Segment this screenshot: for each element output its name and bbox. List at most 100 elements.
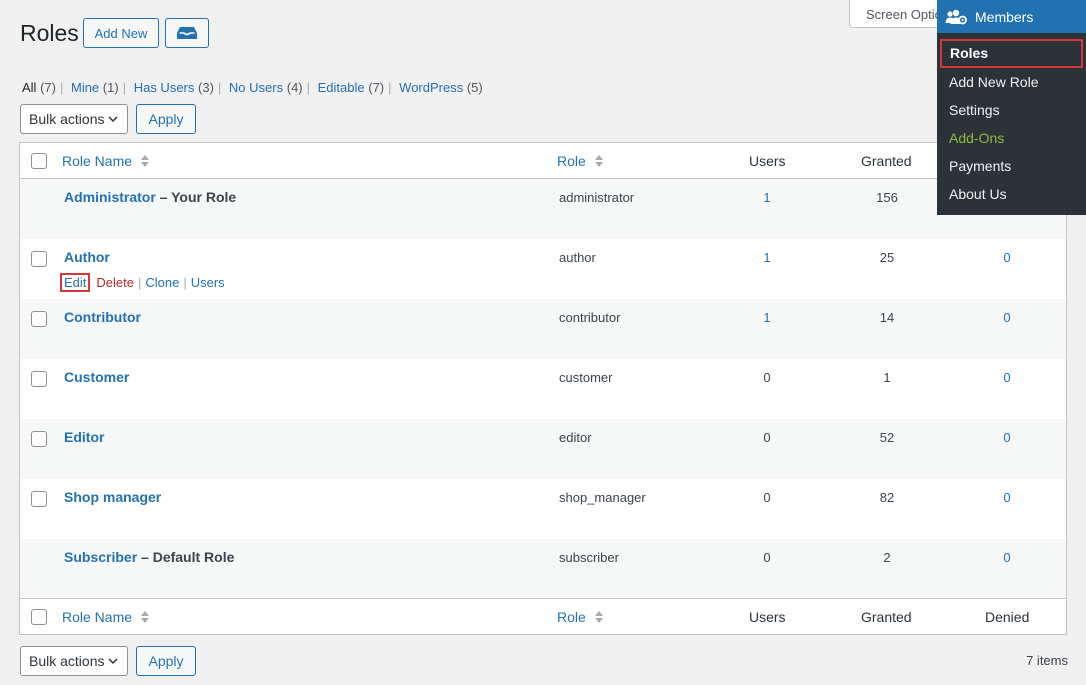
sort-icon [140,155,149,167]
table-body: Administrator – Your Role administrator … [20,179,1066,599]
chevron-down-icon [108,658,118,665]
users-count-link[interactable]: 1 [747,250,787,265]
clone-link[interactable]: Clone [145,275,179,290]
bulk-actions-select[interactable]: Bulk actions [20,104,128,134]
bulk-actions-select-bottom[interactable]: Bulk actions [20,646,128,676]
users-link[interactable]: Users [191,275,225,290]
filter-mine[interactable]: Mine (1) [71,80,119,95]
users-count-link[interactable]: 1 [747,190,787,205]
delete-link[interactable]: Delete [96,275,134,290]
granted-count: 2 [883,550,891,565]
users-count: 0 [763,490,771,505]
role-slug: shop_manager [559,490,646,505]
filter-has-users[interactable]: Has Users (3) [134,80,214,95]
row-checkbox[interactable] [31,431,47,447]
select-all-checkbox[interactable] [31,153,47,169]
role-name-link[interactable]: Contributor [64,309,141,325]
column-role-name[interactable]: Role Name [62,153,150,169]
column-granted-footer: Granted [861,609,912,625]
users-count: 0 [763,550,771,565]
table-row: Shop manager shop_manager 0 82 0 [20,479,1066,539]
table-row: Editor editor 0 52 0 [20,419,1066,479]
granted-count: 25 [879,250,895,265]
granted-count: 156 [876,190,898,205]
bulk-actions-bottom: Bulk actions Apply [20,646,196,676]
members-flyout-menu: Members Roles Add New Role Settings Add-… [937,0,1086,215]
role-name-link[interactable]: Subscriber – Default Role [64,549,234,565]
table-row: Contributor contributor 1 14 0 [20,299,1066,359]
role-slug: customer [559,370,613,385]
column-users: Users [749,153,786,169]
granted-count: 82 [879,490,895,505]
table-row: Administrator – Your Role administrator … [20,179,1066,239]
denied-count-link[interactable]: 0 [987,250,1027,265]
menu-item-payments[interactable]: Payments [937,152,1086,180]
row-checkbox[interactable] [31,251,47,267]
edit-link[interactable]: Edit [60,273,91,292]
role-name-link[interactable]: Customer [64,369,129,385]
users-count: 0 [763,430,771,445]
add-new-button[interactable]: Add New [83,18,159,48]
granted-count: 14 [879,310,895,325]
table-row: Author Edit Delete | Clone | Users autho… [20,239,1066,299]
column-role[interactable]: Role [557,153,604,169]
table-row: Subscriber – Default Role subscriber 0 2… [20,539,1066,599]
users-count-link[interactable]: 1 [747,310,787,325]
role-slug: author [559,250,596,265]
apply-button-bottom[interactable]: Apply [136,646,196,676]
menu-item-about-us[interactable]: About Us [937,180,1086,208]
row-checkbox[interactable] [31,491,47,507]
menu-item-add-new-role[interactable]: Add New Role [937,68,1086,96]
role-name-link[interactable]: Shop manager [64,489,161,505]
column-role-name-footer[interactable]: Role Name [62,609,150,625]
apply-button[interactable]: Apply [136,104,196,134]
members-icon [945,9,967,24]
role-name-link[interactable]: Administrator – Your Role [64,189,236,205]
row-checkbox[interactable] [31,311,47,327]
denied-count-link[interactable]: 0 [987,310,1027,325]
table-footer: Role Name Role Users Granted Denied [20,598,1066,634]
denied-count-link[interactable]: 0 [987,370,1027,385]
roles-table: Role Name Role Users Granted Administrat… [19,142,1067,635]
denied-count-link[interactable]: 0 [987,430,1027,445]
column-users-footer: Users [749,609,786,625]
filter-all[interactable]: All (7) [22,80,56,95]
view-filters: All (7) | Mine (1) | Has Users (3) | No Use… [22,80,483,95]
granted-count: 1 [883,370,891,385]
inbox-icon [177,27,197,39]
role-slug: contributor [559,310,621,325]
chevron-down-icon [108,116,118,123]
screen-options-tab[interactable]: Screen Options [849,0,949,28]
granted-count: 52 [879,430,895,445]
menu-item-roles[interactable]: Roles [940,39,1083,68]
sort-icon [594,611,603,623]
users-count: 0 [763,370,771,385]
denied-count-link[interactable]: 0 [987,550,1027,565]
items-count: 7 items [1026,653,1068,668]
role-name-link[interactable]: Author [64,249,110,265]
menu-item-settings[interactable]: Settings [937,96,1086,124]
table-header: Role Name Role Users Granted [20,143,1066,179]
role-slug: administrator [559,190,635,205]
denied-count-link[interactable]: 0 [987,490,1027,505]
select-all-checkbox-footer[interactable] [31,609,47,625]
column-granted: Granted [861,153,912,169]
column-denied-footer: Denied [985,609,1030,625]
role-name-link[interactable]: Editor [64,429,104,445]
filter-no-users[interactable]: No Users (4) [229,80,303,95]
menu-item-add-ons[interactable]: Add-Ons [937,124,1086,152]
inbox-button[interactable] [165,18,209,48]
bulk-actions-top: Bulk actions Apply [20,104,196,134]
filter-wordpress[interactable]: WordPress (5) [399,80,483,95]
sort-icon [594,155,603,167]
table-row: Customer customer 0 1 0 [20,359,1066,419]
row-actions: Edit Delete | Clone | Users [60,273,225,292]
page-title: Roles [20,20,79,46]
filter-editable[interactable]: Editable (7) [318,80,385,95]
row-checkbox[interactable] [31,371,47,387]
column-role-footer[interactable]: Role [557,609,604,625]
role-slug: editor [559,430,592,445]
role-slug: subscriber [559,550,619,565]
sort-icon [140,611,149,623]
members-menu-header[interactable]: Members [937,0,1086,33]
